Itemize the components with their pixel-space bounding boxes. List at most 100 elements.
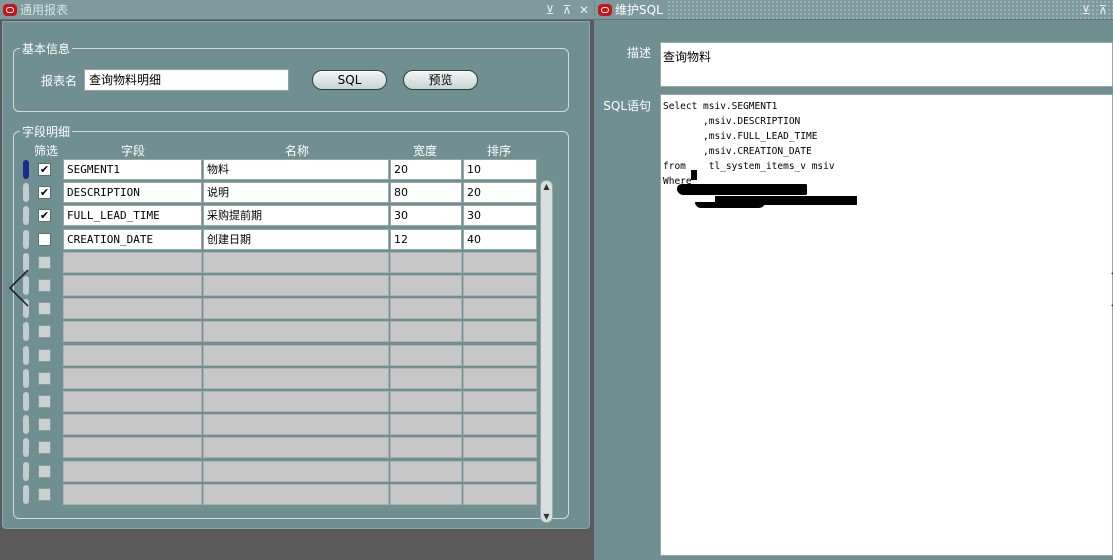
row-selector[interactable] <box>23 183 29 202</box>
cell-field[interactable] <box>63 414 202 435</box>
cell-name[interactable] <box>203 461 389 482</box>
cell-name[interactable] <box>203 298 389 319</box>
row-selector[interactable] <box>23 415 29 434</box>
filter-checkbox[interactable] <box>38 279 51 292</box>
cell-width[interactable] <box>390 321 462 342</box>
cell-field[interactable]: SEGMENT1 <box>63 159 202 180</box>
cell-name[interactable] <box>203 321 389 342</box>
filter-checkbox[interactable] <box>38 233 51 246</box>
cell-field[interactable]: CREATION_DATE <box>63 229 202 250</box>
cell-width[interactable]: 20 <box>390 159 462 180</box>
cell-name[interactable] <box>203 414 389 435</box>
cell-field[interactable] <box>63 391 202 412</box>
report-name-input[interactable]: 查询物料明细 <box>84 69 289 91</box>
cell-name[interactable] <box>203 484 389 505</box>
sql-statement-textarea[interactable]: Select msiv.SEGMENT1 ,msiv.DESCRIPTION ,… <box>660 94 1113 556</box>
cell-name[interactable]: 采购提前期 <box>203 205 389 226</box>
cell-width[interactable] <box>390 414 462 435</box>
cell-field[interactable] <box>63 321 202 342</box>
cell-sort[interactable] <box>463 321 537 342</box>
cell-sort[interactable] <box>463 414 537 435</box>
cell-sort[interactable] <box>463 368 537 389</box>
minimize-icon[interactable]: ⊻ <box>1080 2 1092 18</box>
row-selector[interactable] <box>23 322 29 341</box>
cell-name[interactable] <box>203 275 389 296</box>
row-selector[interactable] <box>23 485 29 504</box>
scroll-up-icon[interactable]: ▲ <box>542 182 551 191</box>
row-selector[interactable] <box>23 346 29 365</box>
cell-name[interactable] <box>203 391 389 412</box>
scroll-down-icon[interactable]: ▼ <box>542 512 551 521</box>
cell-width[interactable] <box>390 437 462 458</box>
cell-name[interactable]: 说明 <box>203 182 389 203</box>
cell-sort[interactable] <box>463 275 537 296</box>
filter-checkbox[interactable] <box>38 488 51 501</box>
filter-checkbox[interactable] <box>38 325 51 338</box>
cell-field[interactable] <box>63 345 202 366</box>
cell-field[interactable] <box>63 368 202 389</box>
cell-width[interactable]: 80 <box>390 182 462 203</box>
cell-sort[interactable] <box>463 391 537 412</box>
preview-button[interactable]: 预览 <box>403 70 478 90</box>
filter-checkbox[interactable] <box>38 302 51 315</box>
cell-name[interactable] <box>203 368 389 389</box>
cell-name[interactable]: 物料 <box>203 159 389 180</box>
cell-field[interactable]: FULL_LEAD_TIME <box>63 205 202 226</box>
filter-checkbox[interactable] <box>38 465 51 478</box>
report-window-titlebar[interactable]: 通用报表 ⊻ ⊼ ✕ <box>0 0 594 20</box>
maximize-icon[interactable]: ⊼ <box>561 2 573 18</box>
cell-width[interactable] <box>390 252 462 273</box>
cell-field[interactable]: DESCRIPTION <box>63 182 202 203</box>
row-selector[interactable] <box>23 206 29 225</box>
cell-sort[interactable]: 20 <box>463 182 537 203</box>
cell-sort[interactable]: 30 <box>463 205 537 226</box>
filter-checkbox[interactable]: ✔ <box>38 209 51 222</box>
cell-field[interactable] <box>63 298 202 319</box>
cell-width[interactable] <box>390 298 462 319</box>
close-icon[interactable]: ✕ <box>578 2 590 18</box>
sql-window-titlebar[interactable]: 维护SQL ⊻ ⊼ <box>595 0 1113 20</box>
description-input[interactable]: 查询物料 <box>660 42 1113 87</box>
cell-sort[interactable]: 10 <box>463 159 537 180</box>
cell-sort[interactable] <box>463 484 537 505</box>
cell-sort[interactable] <box>463 461 537 482</box>
cell-width[interactable]: 12 <box>390 229 462 250</box>
grid-scrollbar[interactable]: ▲ ▼ <box>540 180 553 523</box>
cell-name[interactable] <box>203 345 389 366</box>
row-selector[interactable] <box>23 160 29 179</box>
filter-checkbox[interactable]: ✔ <box>38 163 51 176</box>
maximize-icon[interactable]: ⊼ <box>1097 2 1109 18</box>
filter-checkbox[interactable] <box>38 349 51 362</box>
cell-sort[interactable] <box>463 345 537 366</box>
cell-width[interactable] <box>390 391 462 412</box>
cell-field[interactable] <box>63 484 202 505</box>
cell-sort[interactable]: 40 <box>463 229 537 250</box>
cell-name[interactable]: 创建日期 <box>203 229 389 250</box>
cell-field[interactable] <box>63 275 202 296</box>
row-selector[interactable] <box>23 462 29 481</box>
cell-sort[interactable] <box>463 252 537 273</box>
cell-width[interactable]: 30 <box>390 205 462 226</box>
filter-checkbox[interactable] <box>38 256 51 269</box>
sql-button[interactable]: SQL <box>312 70 387 90</box>
row-selector[interactable] <box>23 438 29 457</box>
cell-sort[interactable] <box>463 437 537 458</box>
minimize-icon[interactable]: ⊻ <box>544 2 556 18</box>
filter-checkbox[interactable] <box>38 372 51 385</box>
cell-name[interactable] <box>203 437 389 458</box>
row-selector[interactable] <box>23 369 29 388</box>
cell-field[interactable] <box>63 252 202 273</box>
cell-name[interactable] <box>203 252 389 273</box>
cell-width[interactable] <box>390 345 462 366</box>
filter-checkbox[interactable] <box>38 441 51 454</box>
row-selector[interactable] <box>23 392 29 411</box>
filter-checkbox[interactable] <box>38 395 51 408</box>
cell-sort[interactable] <box>463 298 537 319</box>
chevron-left-icon[interactable] <box>6 268 36 308</box>
cell-field[interactable] <box>63 437 202 458</box>
cell-width[interactable] <box>390 461 462 482</box>
filter-checkbox[interactable]: ✔ <box>38 186 51 199</box>
cell-width[interactable] <box>390 275 462 296</box>
cell-width[interactable] <box>390 484 462 505</box>
row-selector[interactable] <box>23 230 29 249</box>
